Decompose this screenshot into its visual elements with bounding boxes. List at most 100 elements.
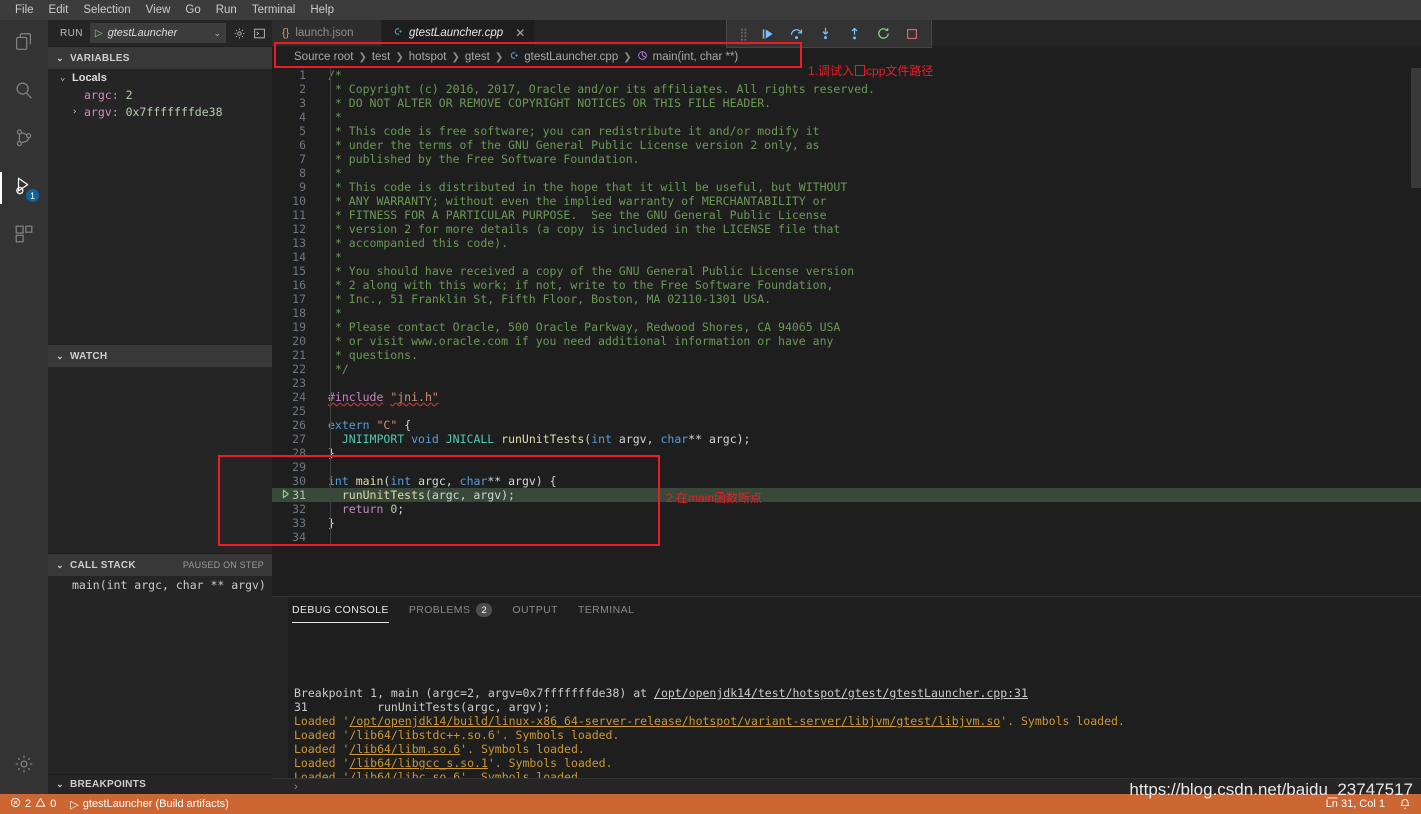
code-text: * DO NOT ALTER OR REMOVE COPYRIGHT NOTIC… [328, 96, 772, 110]
play-icon[interactable]: ▷ [95, 28, 103, 39]
chevron-down-icon: ⌄ [56, 779, 64, 789]
code-line[interactable]: 7 * published by the Free Software Found… [272, 152, 1421, 166]
code-line[interactable]: 22 */ [272, 362, 1421, 376]
variables-scope-row[interactable]: ⌄ Locals [48, 69, 272, 86]
breadcrumb-item-file[interactable]: gtestLauncher.cpp [524, 51, 618, 63]
code-line[interactable]: 32 return 0; [272, 502, 1421, 516]
menu-item-edit[interactable]: Edit [42, 0, 76, 20]
step-out-button[interactable] [847, 26, 862, 41]
breadcrumb-item-hotspot[interactable]: hotspot [409, 51, 447, 63]
code-line[interactable]: 20 * or visit www.oracle.com if you need… [272, 334, 1421, 348]
code-line[interactable]: 33} [272, 516, 1421, 530]
code-line[interactable]: 8 * [272, 166, 1421, 180]
variable-row-argc[interactable]: argc: 2 [48, 86, 272, 103]
debug-console-output[interactable]: Breakpoint 1, main (argc=2, argv=0x7ffff… [272, 623, 1421, 778]
code-line[interactable]: 23 [272, 376, 1421, 390]
code-line[interactable]: 24 #include "jni.h" [272, 390, 1421, 404]
tab-terminal[interactable]: TERMINAL [578, 597, 634, 623]
code-line[interactable]: 25 [272, 404, 1421, 418]
line-number: 3 [299, 96, 306, 110]
variable-row-argv[interactable]: › argv: 0x7fffffffde38 [48, 103, 272, 120]
code-line[interactable]: 27 JNIIMPORT void JNICALL runUnitTests(i… [272, 432, 1421, 446]
source-control-icon [13, 127, 35, 154]
tab-gtestlauncher-cpp[interactable]: gtestLauncher.cpp ✕ [382, 20, 537, 46]
code-line[interactable]: 9 * This code is distributed in the hope… [272, 180, 1421, 194]
code-line[interactable]: 4 * [272, 110, 1421, 124]
editor-scrollbar[interactable] [1411, 68, 1421, 188]
code-line[interactable]: 28} [272, 446, 1421, 460]
code-line-current[interactable]: 31 runUnitTests(argc, argv); [272, 488, 1421, 502]
watch-section-header[interactable]: ⌄ WATCH [48, 345, 272, 367]
breadcrumb-item-gtest[interactable]: gtest [465, 51, 490, 63]
console-line: Loaded '/opt/openjdk14/build/linux-x86_6… [294, 714, 1125, 728]
breadcrumb-item-test[interactable]: test [372, 51, 391, 63]
terminal-icon[interactable] [253, 27, 266, 40]
menu-item-selection[interactable]: Selection [76, 0, 137, 20]
console-line: Breakpoint 1, main (argc=2, argv=0x7ffff… [294, 686, 1028, 700]
activity-item-run-and-debug[interactable]: 1 [0, 164, 48, 212]
status-problems[interactable]: 2 0 [10, 797, 56, 811]
code-line[interactable]: 14 * [272, 250, 1421, 264]
line-number: 30 [292, 474, 306, 488]
code-line[interactable]: 11 * FITNESS FOR A PARTICULAR PURPOSE. S… [272, 208, 1421, 222]
continue-button[interactable] [761, 27, 775, 41]
code-line[interactable]: 19 * Please contact Oracle, 500 Oracle P… [272, 320, 1421, 334]
line-number: 7 [299, 152, 306, 166]
debug-toolbar: ⣿ [726, 20, 932, 48]
stop-button[interactable] [905, 27, 919, 41]
code-text: * Copyright (c) 2016, 2017, Oracle and/o… [328, 82, 875, 96]
activity-item-explorer[interactable] [0, 20, 48, 68]
code-line[interactable]: 30 int main(int argc, char** argv) { [272, 474, 1421, 488]
drag-handle-icon[interactable]: ⣿ [739, 27, 748, 41]
callstack-frame[interactable]: main(int argc, char ** argv) [48, 576, 272, 593]
breadcrumb-item-source-root[interactable]: Source root [294, 51, 353, 63]
activity-item-source-control[interactable] [0, 116, 48, 164]
activity-item-search[interactable] [0, 68, 48, 116]
code-line[interactable]: 16 * 2 along with this work; if not, wri… [272, 278, 1421, 292]
breakpoints-section-header[interactable]: ⌄ BREAKPOINTS [48, 774, 272, 794]
menu-item-run[interactable]: Run [209, 0, 244, 20]
menu-item-go[interactable]: Go [178, 0, 207, 20]
code-line[interactable]: 21 * questions. [272, 348, 1421, 362]
menu-item-file[interactable]: File [8, 0, 41, 20]
debug-configuration-select[interactable]: ▷ gtestLauncher ⌄ [89, 23, 226, 43]
code-line[interactable]: 12 * version 2 for more details (a copy … [272, 222, 1421, 236]
menu-item-terminal[interactable]: Terminal [245, 0, 302, 20]
code-text: JNIIMPORT void JNICALL runUnitTests(int … [341, 432, 751, 446]
code-text: } [328, 516, 335, 530]
code-line[interactable]: 29 [272, 460, 1421, 474]
chevron-right-icon[interactable]: › [72, 107, 84, 117]
chevron-down-icon: ⌄ [213, 27, 221, 38]
tab-problems[interactable]: PROBLEMS 2 [409, 597, 493, 623]
callstack-section: ⌄ CALL STACK PAUSED ON STEP main(int arg… [48, 553, 272, 593]
code-line[interactable]: 3 * DO NOT ALTER OR REMOVE COPYRIGHT NOT… [272, 96, 1421, 110]
close-icon[interactable]: ✕ [515, 26, 525, 40]
activity-item-extensions[interactable] [0, 212, 48, 260]
activity-item-manage[interactable] [0, 742, 48, 790]
code-line[interactable]: 26 extern "C" { [272, 418, 1421, 432]
code-line[interactable]: 34 [272, 530, 1421, 544]
menu-item-view[interactable]: View [139, 0, 178, 20]
code-line[interactable]: 15 * You should have received a copy of … [272, 264, 1421, 278]
code-line[interactable]: 10 * ANY WARRANTY; without even the impl… [272, 194, 1421, 208]
code-line[interactable]: 18 * [272, 306, 1421, 320]
gear-icon[interactable] [233, 27, 246, 40]
tab-output[interactable]: OUTPUT [512, 597, 558, 623]
breadcrumb-item-symbol[interactable]: main(int, char **) [653, 51, 739, 63]
panel-tab-bar: DEBUG CONSOLE PROBLEMS 2 OUTPUT TERMINAL [272, 597, 1421, 623]
debug-current-arrow-icon[interactable] [280, 488, 294, 502]
tab-debug-console[interactable]: DEBUG CONSOLE [292, 597, 389, 623]
code-line[interactable]: 2 * Copyright (c) 2016, 2017, Oracle and… [272, 82, 1421, 96]
step-over-button[interactable] [789, 26, 804, 41]
menu-item-help[interactable]: Help [303, 0, 341, 20]
restart-button[interactable] [876, 26, 891, 41]
tab-launch-json[interactable]: {} launch.json [272, 20, 382, 46]
code-line[interactable]: 17 * Inc., 51 Franklin St, Fifth Floor, … [272, 292, 1421, 306]
status-task[interactable]: ▷ gtestLauncher (Build artifacts) [70, 798, 229, 811]
variables-section-header[interactable]: ⌄ VARIABLES [48, 47, 272, 69]
callstack-section-header[interactable]: ⌄ CALL STACK PAUSED ON STEP [48, 554, 272, 576]
code-line[interactable]: 6 * under the terms of the GNU General P… [272, 138, 1421, 152]
code-line[interactable]: 5 * This code is free software; you can … [272, 124, 1421, 138]
step-into-button[interactable] [818, 26, 833, 41]
code-line[interactable]: 13 * accompanied this code). [272, 236, 1421, 250]
